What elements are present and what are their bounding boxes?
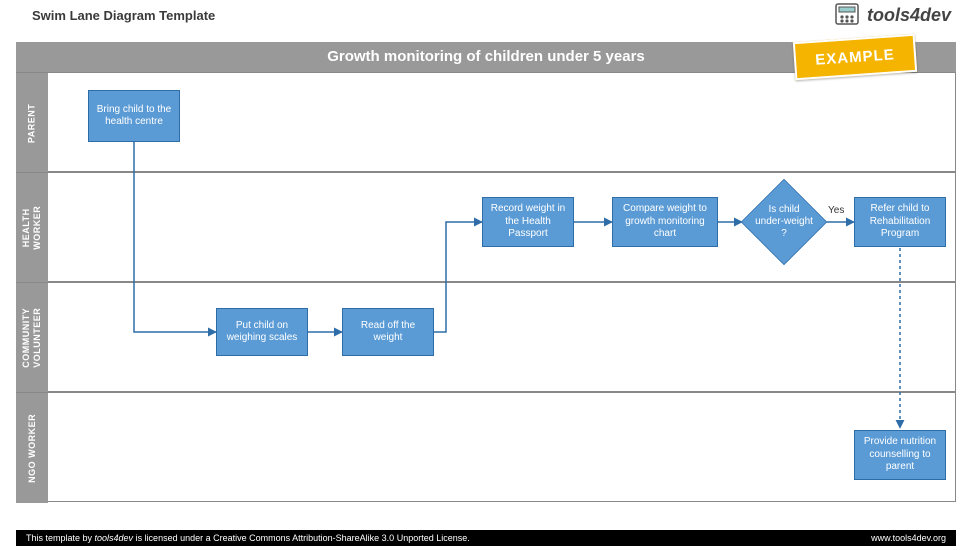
lane-label: HEALTH WORKER bbox=[21, 206, 43, 250]
node-counsel: Provide nutrition counselling to parent bbox=[854, 430, 946, 480]
edge-label-yes: Yes bbox=[828, 205, 844, 216]
license-brand: tools4dev bbox=[95, 533, 134, 543]
license-prefix: This template by bbox=[26, 533, 95, 543]
lane-header-health: HEALTH WORKER bbox=[16, 172, 48, 283]
node-record: Record weight in the Health Passport bbox=[482, 197, 574, 247]
calculator-icon bbox=[833, 2, 861, 28]
page-title: Swim Lane Diagram Template bbox=[32, 8, 215, 23]
decision-label: Is child under-weight ? bbox=[741, 179, 827, 265]
brand-name: tools4dev bbox=[867, 5, 951, 26]
footer: This template by tools4dev is licensed u… bbox=[16, 530, 956, 546]
lane-body-parent bbox=[48, 72, 956, 172]
lane-label: PARENT bbox=[27, 103, 38, 142]
brand-logo: tools4dev bbox=[833, 2, 951, 28]
swimlane-diagram: Growth monitoring of children under 5 ye… bbox=[16, 42, 956, 522]
footer-url: www.tools4dev.org bbox=[871, 533, 946, 543]
lane-header-ngo: NGO WORKER bbox=[16, 392, 48, 503]
node-compare: Compare weight to growth monitoring char… bbox=[612, 197, 718, 247]
lane-body-ngo bbox=[48, 392, 956, 502]
node-decision: Is child under-weight ? bbox=[741, 179, 827, 265]
node-bring: Bring child to the health centre bbox=[88, 90, 180, 142]
lane-header-parent: PARENT bbox=[16, 72, 48, 173]
node-read: Read off the weight bbox=[342, 308, 434, 356]
node-refer: Refer child to Rehabilitation Program bbox=[854, 197, 946, 247]
node-weigh: Put child on weighing scales bbox=[216, 308, 308, 356]
footer-license: This template by tools4dev is licensed u… bbox=[26, 533, 470, 543]
lane-label: COMMUNITY VOLUNTEER bbox=[21, 308, 43, 368]
lane-header-community: COMMUNITY VOLUNTEER bbox=[16, 282, 48, 393]
license-suffix: is licensed under a Creative Commons Att… bbox=[133, 533, 470, 543]
lane-label: NGO WORKER bbox=[27, 413, 38, 482]
page: Swim Lane Diagram Template tools4dev Gro… bbox=[0, 0, 971, 550]
lane-body-community bbox=[48, 282, 956, 392]
